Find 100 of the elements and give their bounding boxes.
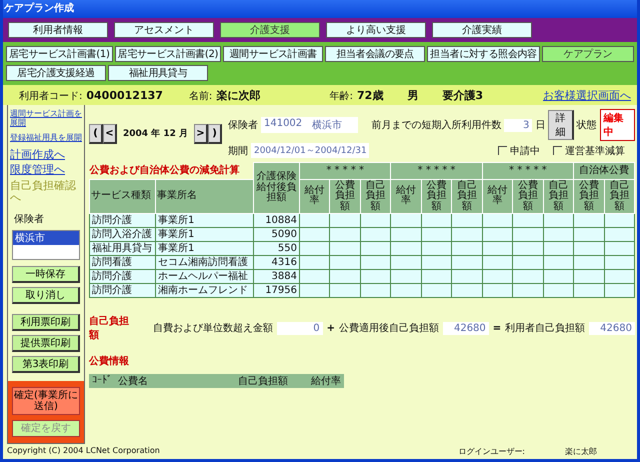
age-label: 年齢: xyxy=(330,90,354,103)
amount-field[interactable]: 42680 xyxy=(589,322,635,334)
sidebar-button[interactable]: 取り消し xyxy=(12,287,80,304)
checkbox[interactable] xyxy=(553,146,562,155)
sidebar-link[interactable]: 週間サービス計画を展開 xyxy=(10,109,82,128)
column-header: 自己負担額 xyxy=(360,179,391,214)
name-label: 名前: xyxy=(188,90,212,103)
period-label: 期間 xyxy=(228,144,248,158)
sidebar-button[interactable]: 提供票印刷 xyxy=(12,335,80,352)
sidebar-button[interactable]: 利用票印刷 xyxy=(12,314,80,331)
column-header: 介護保険給付後負担額 xyxy=(254,162,300,214)
sub-tab[interactable]: 居宅介護支援経過 xyxy=(6,65,106,81)
detail-button[interactable]: 詳細 xyxy=(548,110,574,140)
column-header: 自己負担額 xyxy=(543,179,574,214)
list-option[interactable]: 横浜市 xyxy=(13,231,79,246)
column-header: 給付率 xyxy=(482,179,513,214)
column-header: 自己負担額 xyxy=(452,179,482,214)
amount-label: 自費および単位数超え金額 xyxy=(152,322,273,335)
table-cell: 3884 xyxy=(254,270,300,284)
column-header: ｺｰﾄﾞ xyxy=(91,374,113,388)
login-user: 楽に太郎 xyxy=(565,446,597,457)
main-tab[interactable]: 介護支援 xyxy=(220,22,320,38)
table-cell: 4316 xyxy=(254,256,300,270)
care-level: 要介護3 xyxy=(442,88,483,103)
column-header: サービス種類 xyxy=(90,179,156,214)
self-pay-title: 自己負担額 xyxy=(89,314,130,342)
column-header: 公費負担額 xyxy=(421,179,452,214)
main-tab[interactable]: アセスメント xyxy=(114,22,214,38)
column-header: 公費負担額 xyxy=(574,179,604,214)
column-header: 公費名 xyxy=(117,374,149,388)
confirm-button[interactable]: 確定(事業所に送信) xyxy=(12,387,80,415)
insurer-field-label: 保険者 xyxy=(228,118,258,132)
table-cell: 湘南ホームフレンド xyxy=(156,284,254,298)
checkbox-label: 申請中 xyxy=(510,144,540,158)
amount-label: 公費適用後自己負担額 xyxy=(338,322,439,335)
sub-tab[interactable]: ケアプラン xyxy=(542,46,634,62)
table-cell: 訪問介護 xyxy=(90,284,156,298)
amount-field[interactable]: 0 xyxy=(276,322,323,334)
column-header: 事業所名 xyxy=(156,179,254,214)
amount-field[interactable]: 42680 xyxy=(442,322,489,334)
operator-sign: = xyxy=(492,322,502,334)
next-button[interactable]: ) xyxy=(208,124,222,144)
table-cell: セコム湘南訪問看護 xyxy=(156,256,254,270)
next-button[interactable]: > xyxy=(194,124,208,144)
table-cell: ホームヘルパー福祉 xyxy=(156,270,254,284)
sub-tab[interactable]: 担当者会議の要点 xyxy=(325,46,426,62)
table-cell: 訪問介護 xyxy=(90,214,156,228)
column-header: 自己負担額 xyxy=(604,179,634,214)
group-header: 自治体公費 xyxy=(574,162,634,179)
sub-tab[interactable]: 居宅サービス計画書(1) xyxy=(6,46,113,62)
public-info-title: 公費情報 xyxy=(89,354,130,368)
previous-button[interactable]: ( xyxy=(89,124,103,144)
sidebar-link[interactable]: 計画作成へ xyxy=(10,148,82,162)
copyright-text: Copyright (C) 2004 LCNet Corporation xyxy=(7,446,160,457)
amount-label: 利用者自己負担額 xyxy=(505,322,586,335)
column-header: 給付率 xyxy=(310,374,342,388)
group-header: * * * * * xyxy=(390,162,482,179)
sidebar-button[interactable]: 一時保存 xyxy=(12,266,80,284)
sub-tab[interactable]: 担当者に対する照会内容 xyxy=(427,46,540,62)
unit-label: 日 xyxy=(535,119,546,132)
age-value: 72歳 xyxy=(357,88,384,103)
short-stay-field[interactable]: 3 xyxy=(504,118,532,132)
insurer-listbox[interactable]: 横浜市 xyxy=(12,230,80,260)
user-code: 0400012137 xyxy=(86,89,163,102)
table-cell: 事業所1 xyxy=(156,242,254,256)
checkbox[interactable] xyxy=(498,146,507,155)
table-cell: 福祉用具貸与 xyxy=(90,242,156,256)
login-label: ログインユーザー: xyxy=(458,446,525,457)
table-cell: 17956 xyxy=(254,284,300,298)
user-name: 楽に次郎 xyxy=(216,88,260,103)
group-header: * * * * * xyxy=(300,162,391,179)
column-header: 給付率 xyxy=(390,179,422,214)
status-badge: 編集中 xyxy=(600,109,636,141)
sidebar-button[interactable]: 第3表印刷 xyxy=(12,356,80,373)
table-cell: 10884 xyxy=(254,214,300,228)
table-title: 公費および自治体公費の減免計算 xyxy=(90,162,254,179)
table-cell: 事業所1 xyxy=(156,214,254,228)
column-header: 自己負担額 xyxy=(237,374,289,388)
sub-tab[interactable]: 週間サービス計画書 xyxy=(223,46,324,62)
period-field[interactable]: 2004/12/01～2004/12/31 xyxy=(250,143,369,158)
table-cell: 550 xyxy=(254,242,300,256)
table-cell: 訪問介護 xyxy=(90,270,156,284)
insurer-field[interactable]: 141002 横浜市 xyxy=(260,117,358,133)
main-tab[interactable]: 介護実績 xyxy=(432,22,532,38)
main-tab[interactable]: 利用者情報 xyxy=(8,22,108,38)
status-label: 状態 xyxy=(576,118,597,132)
checkbox-label: 運営基準減算 xyxy=(565,144,625,158)
main-tab[interactable]: より高い支援 xyxy=(326,22,426,38)
sidebar-link[interactable]: 登録福祉用具を展開 xyxy=(10,133,82,143)
table-cell: 訪問入浴介護 xyxy=(90,228,156,242)
group-header: * * * * * xyxy=(482,162,574,179)
sub-tab[interactable]: 居宅サービス計画書(2) xyxy=(114,46,222,62)
customer-select-link[interactable]: お客様選択画面へ xyxy=(543,88,631,103)
previous-button[interactable]: < xyxy=(103,124,117,144)
sub-tab[interactable]: 福祉用具貸与 xyxy=(108,65,208,81)
sex-value: 男 xyxy=(407,88,418,103)
column-header: 公費負担額 xyxy=(330,179,360,214)
short-stay-label: 前月までの短期入所利用件数 xyxy=(371,118,502,132)
month-label: 2004 年 12 月 xyxy=(123,128,188,140)
sidebar-link[interactable]: 限度管理へ xyxy=(10,164,82,177)
